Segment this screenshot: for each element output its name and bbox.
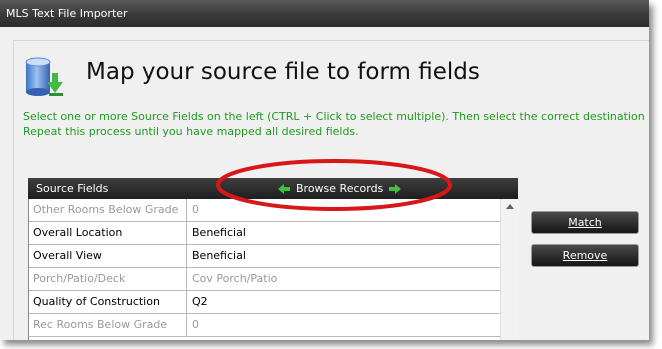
browse-records-control[interactable]: Browse Records — [278, 178, 402, 199]
source-field-value: Beneficial — [192, 226, 246, 239]
source-field-value: Q2 — [192, 295, 208, 308]
source-fields-header: Source Fields Browse Records — [28, 178, 518, 199]
importer-window: MLS Text File Importer Map your source f… — [0, 0, 649, 340]
source-field-value: Beneficial — [192, 249, 246, 262]
source-field-value: 0 — [192, 203, 199, 216]
table-row[interactable]: Other Rooms Below Grade 0 — [29, 199, 501, 222]
scroll-up-arrow-icon[interactable] — [506, 204, 514, 209]
source-field-value: 0 — [192, 318, 199, 331]
instructions-line-2: Repeat this process until you have mappe… — [23, 125, 359, 138]
match-button[interactable]: Match — [531, 211, 639, 234]
source-field-name: Overall Location — [29, 222, 187, 244]
source-field-name: Quality of Construction — [29, 291, 187, 313]
remove-button[interactable]: Remove — [531, 244, 639, 267]
table-row[interactable]: Quality of Construction Q2 — [29, 291, 501, 314]
database-import-icon — [25, 57, 63, 96]
table-row[interactable]: Porch/Patio/Deck Cov Porch/Patio — [29, 268, 501, 291]
source-fields-grid[interactable]: Other Rooms Below Grade 0 Overall Location… — [28, 199, 501, 340]
grid-scrollbar[interactable] — [500, 199, 519, 340]
browse-records-label: Browse Records — [296, 182, 384, 195]
page-heading: Map your source file to form fields — [86, 59, 480, 85]
source-field-name: Porch/Patio/Deck — [29, 268, 187, 290]
source-fields-label: Source Fields — [36, 182, 109, 195]
next-record-arrow-icon[interactable] — [389, 183, 402, 194]
source-field-name: Rec Rooms Below Grade — [29, 314, 187, 336]
table-row[interactable]: Overall View Beneficial — [29, 245, 501, 268]
source-field-name: Other Rooms Below Grade — [29, 199, 187, 221]
instructions-line-1: Select one or more Source Fields on the … — [23, 110, 645, 123]
source-field-name: Overall View — [29, 245, 187, 267]
instructions-text: Select one or more Source Fields on the … — [23, 109, 649, 139]
window-title: MLS Text File Importer — [0, 0, 649, 27]
table-row[interactable]: Rec Rooms Below Grade 0 — [29, 314, 501, 337]
table-row[interactable]: Overall Location Beneficial — [29, 222, 501, 245]
source-field-value: Cov Porch/Patio — [192, 272, 278, 285]
previous-record-arrow-icon[interactable] — [278, 183, 290, 194]
